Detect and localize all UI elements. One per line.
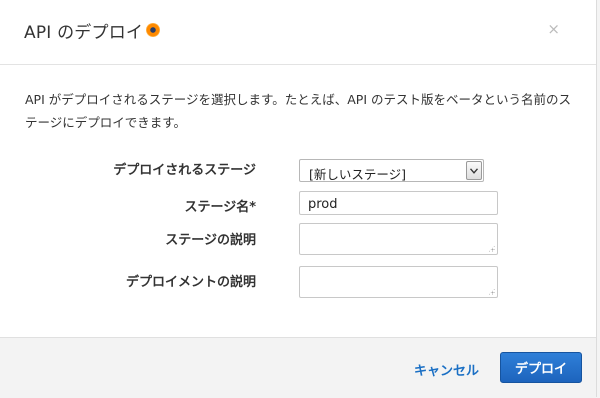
dialog-title: API のデプロイ <box>24 23 144 43</box>
resize-grip-icon[interactable] <box>488 288 495 295</box>
cancel-button[interactable]: キャンセル <box>414 360 479 379</box>
stage-name-value: prod <box>308 197 338 212</box>
stage-description-textarea[interactable] <box>299 223 498 255</box>
dialog-description: API がデプロイされるステージを選択します。たとえば、API のテスト版をベー… <box>25 92 571 130</box>
deploy-api-dialog: API のデプロイ × API がデプロイされるステージを選択します。たとえば、… <box>0 0 597 398</box>
deploy-button[interactable]: デプロイ <box>500 352 582 383</box>
dialog-header: API のデプロイ × <box>0 0 596 65</box>
chevron-down-icon[interactable] <box>466 161 482 180</box>
stage-name-input[interactable]: prod <box>299 191 498 215</box>
resize-grip-icon[interactable] <box>488 245 495 252</box>
stage-select[interactable]: [新しいステージ] <box>299 159 484 182</box>
dialog-footer: キャンセル デプロイ <box>0 337 596 398</box>
info-icon[interactable] <box>146 23 160 37</box>
deployment-description-label: デプロイメントの説明 <box>125 275 256 290</box>
stage-select-value: [新しいステージ] <box>309 167 407 182</box>
stage-description-label: ステージの説明 <box>165 233 256 248</box>
close-icon[interactable]: × <box>547 20 560 38</box>
stage-label: デプロイされるステージ <box>113 163 256 178</box>
deployment-description-textarea[interactable] <box>299 266 498 298</box>
stage-name-label: ステージ名* <box>184 200 256 215</box>
